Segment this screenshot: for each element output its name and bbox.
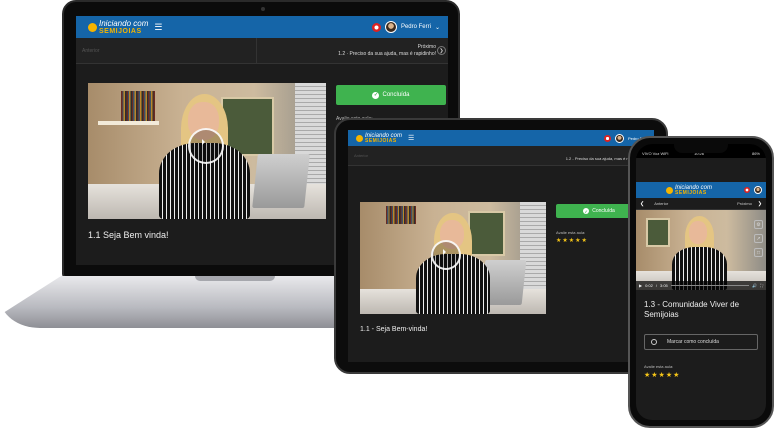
- language-flag-icon[interactable]: [603, 134, 611, 142]
- phone-notch: [674, 144, 728, 153]
- lesson-title: 1.3 - Comunidade Viver de Semijoias: [644, 300, 740, 319]
- rate-label: Avalie esta aula:: [644, 364, 674, 369]
- video-shelf: [97, 121, 160, 126]
- completed-button-label: Concluída: [592, 208, 615, 214]
- check-icon: ✓: [583, 208, 590, 214]
- total-time: 3:05: [660, 283, 668, 288]
- chevron-left-icon[interactable]: ❮: [640, 201, 644, 207]
- play-button-icon[interactable]: [187, 127, 224, 164]
- avatar[interactable]: [754, 186, 762, 194]
- language-flag-icon[interactable]: [371, 22, 381, 32]
- pip-icon[interactable]: □: [754, 248, 763, 257]
- chevron-right-icon[interactable]: ❯: [758, 201, 762, 207]
- rate-label: Avalie esta aula:: [556, 230, 586, 235]
- next-lesson-title: 1.2 · Preciso da sua ajuda, mas é rapidi…: [338, 50, 436, 57]
- video-presenter-face: [689, 221, 708, 244]
- video-books: [386, 206, 416, 225]
- previous-lesson-link[interactable]: Anterior: [82, 48, 100, 54]
- share-icon[interactable]: ↗: [754, 234, 763, 243]
- player-side-icons: ⚙ ↗ □: [754, 220, 763, 257]
- logo-bottom-text: SEMIJOIAS: [675, 189, 707, 196]
- logo-bottom-text: SEMIJOIAS: [365, 137, 397, 144]
- logo-mark-icon: [88, 22, 97, 32]
- hamburger-menu-icon[interactable]: ☰: [154, 22, 162, 33]
- next-lesson-link[interactable]: Próximo 1.2 · Preciso da sua ajuda, mas …: [338, 44, 436, 57]
- video-laptop: [251, 153, 310, 209]
- tablet-device: Iniciando com SEMIJOIAS ☰ Pedro Ferri An…: [334, 118, 668, 374]
- settings-icon[interactable]: ⚙: [754, 220, 763, 229]
- camera-dot: [261, 7, 265, 11]
- phone-screen: VIVO Voz WiFi 10:26 86% Iniciando com SE…: [636, 144, 766, 420]
- phone-device: VIVO Voz WiFi 10:26 86% Iniciando com SE…: [628, 136, 774, 428]
- mark-complete-label: Marcar como concluída: [667, 339, 719, 345]
- current-time: 0:02: [645, 283, 653, 288]
- star-rating[interactable]: ★★★★★: [644, 371, 680, 379]
- video-controls: ▶ 0:02 / 3:05 🔊 ⛶: [636, 281, 766, 290]
- app-header: Iniciando com SEMIJOIAS ☰ Pedro Ferri ⌄: [76, 16, 448, 38]
- video-player[interactable]: [360, 202, 546, 314]
- battery-label: 86%: [751, 151, 760, 156]
- next-lesson-link[interactable]: Próximo: [737, 201, 752, 206]
- brand-logo[interactable]: Iniciando com SEMIJOIAS: [88, 18, 149, 35]
- play-icon[interactable]: ▶: [639, 283, 642, 288]
- time-separator: /: [655, 283, 657, 288]
- logo-bottom-text: SEMIJOIAS: [99, 27, 142, 35]
- star-rating[interactable]: ★★★★★: [556, 237, 588, 244]
- seek-bar[interactable]: [670, 285, 750, 286]
- carrier-label: VIVO Voz WiFi: [642, 151, 669, 156]
- laptop-notch: [195, 276, 275, 281]
- logo-mark-icon: [666, 186, 673, 194]
- check-icon: ✓: [372, 91, 380, 99]
- radio-icon: [651, 339, 657, 345]
- chevron-down-icon[interactable]: ⌄: [435, 24, 440, 31]
- avatar[interactable]: [384, 21, 397, 33]
- lesson-nav-bar: Anterior Próximo 1.2 - Preciso da sua aj…: [348, 146, 654, 166]
- lesson-title: 1.1 - Seja Bem-vinda!: [360, 326, 428, 333]
- avatar[interactable]: [614, 133, 624, 143]
- app-header: Iniciando com SEMIJOIAS ☰ Pedro Ferri: [348, 130, 654, 146]
- chevron-right-icon[interactable]: ❯: [437, 46, 446, 55]
- brand-logo[interactable]: Iniciando com SEMIJOIAS: [666, 185, 712, 196]
- logo-mark-icon: [356, 134, 363, 142]
- video-picture: [646, 218, 670, 247]
- lesson-nav-bar: Anterior Próximo 1.2 · Preciso da sua aj…: [76, 38, 448, 64]
- tablet-screen: Iniciando com SEMIJOIAS ☰ Pedro Ferri An…: [348, 130, 654, 362]
- hamburger-menu-icon[interactable]: ☰: [408, 134, 414, 142]
- nav-divider: [256, 38, 257, 63]
- video-picture: [467, 210, 506, 256]
- volume-icon[interactable]: 🔊: [752, 283, 757, 288]
- completed-button[interactable]: ✓ Concluída: [336, 85, 446, 105]
- mark-complete-button[interactable]: Marcar como concluída: [644, 334, 758, 350]
- play-button-icon[interactable]: [430, 240, 461, 271]
- previous-lesson-link[interactable]: Anterior: [354, 153, 368, 158]
- app-header: Iniciando com SEMIJOIAS: [636, 182, 766, 198]
- video-player[interactable]: [88, 83, 326, 219]
- fullscreen-icon[interactable]: ⛶: [760, 283, 763, 288]
- video-books: [121, 91, 155, 122]
- language-flag-icon[interactable]: [744, 187, 750, 193]
- completed-button-label: Concluída: [382, 92, 410, 98]
- previous-lesson-link[interactable]: Anterior: [654, 201, 668, 206]
- logo-top-text: Iniciando com: [99, 18, 149, 28]
- brand-logo[interactable]: Iniciando com SEMIJOIAS: [356, 133, 402, 144]
- video-player[interactable]: ▶ 0:02 / 3:05 🔊 ⛶: [636, 210, 766, 290]
- user-name[interactable]: Pedro Ferri: [401, 24, 431, 30]
- lesson-nav-bar: ❮ Anterior Próximo ❯: [636, 198, 766, 210]
- lesson-title: 1.1 Seja Bem vinda!: [88, 230, 169, 240]
